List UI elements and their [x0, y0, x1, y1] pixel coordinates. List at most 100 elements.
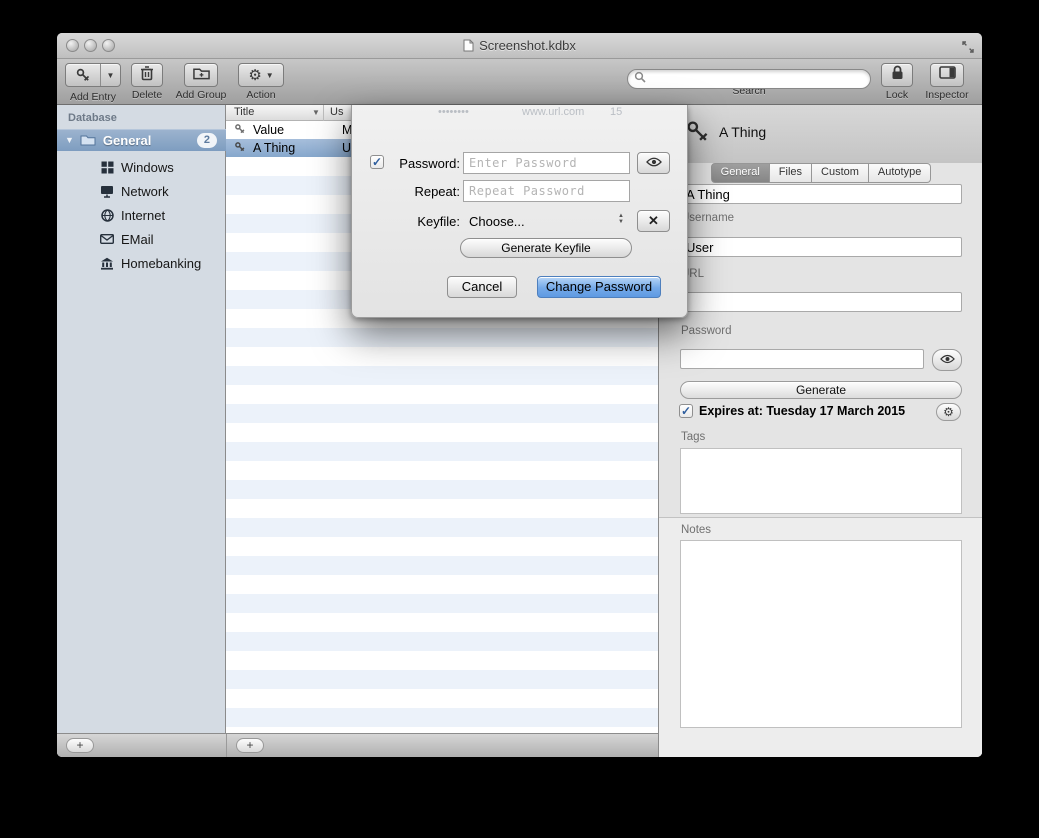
popup-stepper-icon[interactable]: ▲▼ [618, 213, 624, 225]
add-group-label: Add Group [171, 89, 231, 101]
inspector-header: A Thing [659, 105, 982, 163]
sidebar-item-email[interactable]: EMail [57, 227, 226, 251]
tab-files[interactable]: Files [770, 163, 812, 183]
bank-icon [99, 257, 115, 270]
lock-label: Lock [879, 89, 915, 101]
inspector-tabs: General Files Custom Autotype [659, 163, 982, 183]
globe-icon [99, 209, 115, 222]
bottom-bar-divider [226, 734, 227, 757]
bottom-bar: + + [57, 733, 658, 757]
notes-input[interactable] [680, 540, 962, 728]
chevron-down-icon[interactable]: ▼ [101, 64, 120, 86]
tab-custom[interactable]: Custom [812, 163, 869, 183]
windows-icon [99, 161, 115, 174]
column-header-username[interactable]: Us [330, 106, 343, 118]
gear-icon: ⚙ [943, 406, 954, 418]
sidebar-item-network[interactable]: Network [57, 179, 226, 203]
reveal-password-button[interactable] [932, 349, 962, 371]
add-group-button[interactable] [184, 63, 218, 87]
tags-label: Tags [681, 431, 705, 443]
dialog-repeat-input[interactable] [463, 180, 630, 202]
notes-section: Notes [659, 517, 982, 757]
folder-icon [80, 134, 96, 146]
inspector-label: Inspector [921, 89, 973, 101]
expires-settings-button[interactable]: ⚙ [936, 403, 961, 421]
generate-keyfile-button[interactable]: Generate Keyfile [460, 238, 632, 258]
username-field[interactable] [680, 237, 962, 257]
obscured-modified-cell: 15 [610, 106, 622, 118]
sidebar-group-badge: 2 [197, 133, 217, 148]
titlebar[interactable]: Screenshot.kdbx [57, 33, 982, 59]
keyfile-popup[interactable]: Choose... [469, 214, 525, 229]
sidebar: Database ▼ General 2 Windows [57, 105, 226, 733]
add-group-toolbar-item: Add Group [171, 63, 231, 101]
dialog-clear-keyfile-button[interactable]: ✕ [637, 210, 670, 232]
search-input[interactable] [650, 71, 864, 87]
obscured-password-cell: •••••••• [438, 106, 469, 118]
password-field[interactable] [680, 349, 924, 369]
cancel-button[interactable]: Cancel [447, 276, 517, 298]
notes-label: Notes [681, 524, 711, 536]
inspector-panel-icon [939, 66, 956, 84]
sidebar-item-homebanking[interactable]: Homebanking [57, 251, 226, 275]
title-field[interactable] [680, 184, 962, 204]
add-entry-button[interactable]: ▼ [65, 63, 121, 87]
add-entry-label: Add Entry [64, 91, 122, 103]
lock-icon [891, 65, 904, 85]
sort-indicator-icon: ▼ [312, 108, 320, 117]
column-header-title[interactable]: Title [234, 106, 254, 118]
inspector-entry-title: A Thing [719, 124, 766, 140]
sidebar-item-windows[interactable]: Windows [57, 155, 226, 179]
lock-toolbar-item: Lock [879, 63, 915, 101]
close-icon: ✕ [648, 213, 659, 229]
sidebar-add-button[interactable]: + [66, 738, 94, 753]
list-add-button[interactable]: + [236, 738, 264, 753]
sidebar-header: Database [68, 112, 117, 124]
inspector-panel: A Thing General Files Custom Autotype Us… [658, 105, 982, 757]
trash-icon [140, 65, 154, 86]
dialog-password-input[interactable] [463, 152, 630, 174]
content-area: Database ▼ General 2 Windows [57, 105, 982, 757]
key-icon [234, 141, 246, 156]
lock-button[interactable] [881, 63, 913, 87]
action-button[interactable]: ⚙ ▼ [238, 63, 284, 87]
inspector-button[interactable] [930, 63, 964, 87]
tags-input[interactable] [680, 448, 962, 514]
sidebar-item-label: Internet [121, 208, 165, 223]
disclosure-triangle-icon[interactable]: ▼ [65, 135, 74, 145]
sidebar-item-label: Windows [121, 160, 174, 175]
column-divider[interactable] [323, 105, 324, 121]
app-window: Screenshot.kdbx ▼ Add Entry [57, 33, 982, 757]
tab-general[interactable]: General [711, 163, 770, 183]
gear-icon: ⚙ [248, 68, 261, 83]
fullscreen-icon[interactable] [962, 40, 974, 52]
search-icon [634, 70, 646, 88]
entry-title: A Thing [253, 141, 333, 155]
window-title: Screenshot.kdbx [479, 38, 576, 53]
generate-password-button[interactable]: Generate [680, 381, 962, 399]
dialog-reveal-password-button[interactable] [637, 152, 670, 174]
network-icon [99, 185, 115, 198]
document-icon [463, 35, 474, 61]
delete-button[interactable] [131, 63, 163, 87]
expires-row: ✓ Expires at: Tuesday 17 March 2015 [679, 404, 905, 418]
password-label: Password [681, 325, 732, 337]
delete-toolbar-item: Delete [129, 63, 165, 101]
expires-checkbox[interactable]: ✓ [679, 404, 693, 418]
sidebar-item-internet[interactable]: Internet [57, 203, 226, 227]
sidebar-group-general[interactable]: ▼ General 2 [57, 129, 226, 151]
inspector-toolbar-item: Inspector [921, 63, 973, 101]
change-password-button[interactable]: Change Password [537, 276, 661, 298]
add-entry-toolbar-item: ▼ Add Entry [64, 63, 122, 103]
entry-key-icon [685, 119, 711, 150]
sidebar-group-label: General [103, 133, 197, 148]
sidebar-item-label: Network [121, 184, 169, 199]
tab-autotype[interactable]: Autotype [869, 163, 931, 183]
search-field[interactable] [627, 69, 871, 89]
search-toolbar-item: Search [627, 63, 871, 97]
dialog-keyfile-label: Keyfile: [380, 214, 460, 229]
key-icon [234, 123, 246, 138]
dialog-password-label: Password: [380, 156, 460, 171]
url-field[interactable] [680, 292, 962, 312]
obscured-url-cell: www.url.com [522, 106, 584, 118]
